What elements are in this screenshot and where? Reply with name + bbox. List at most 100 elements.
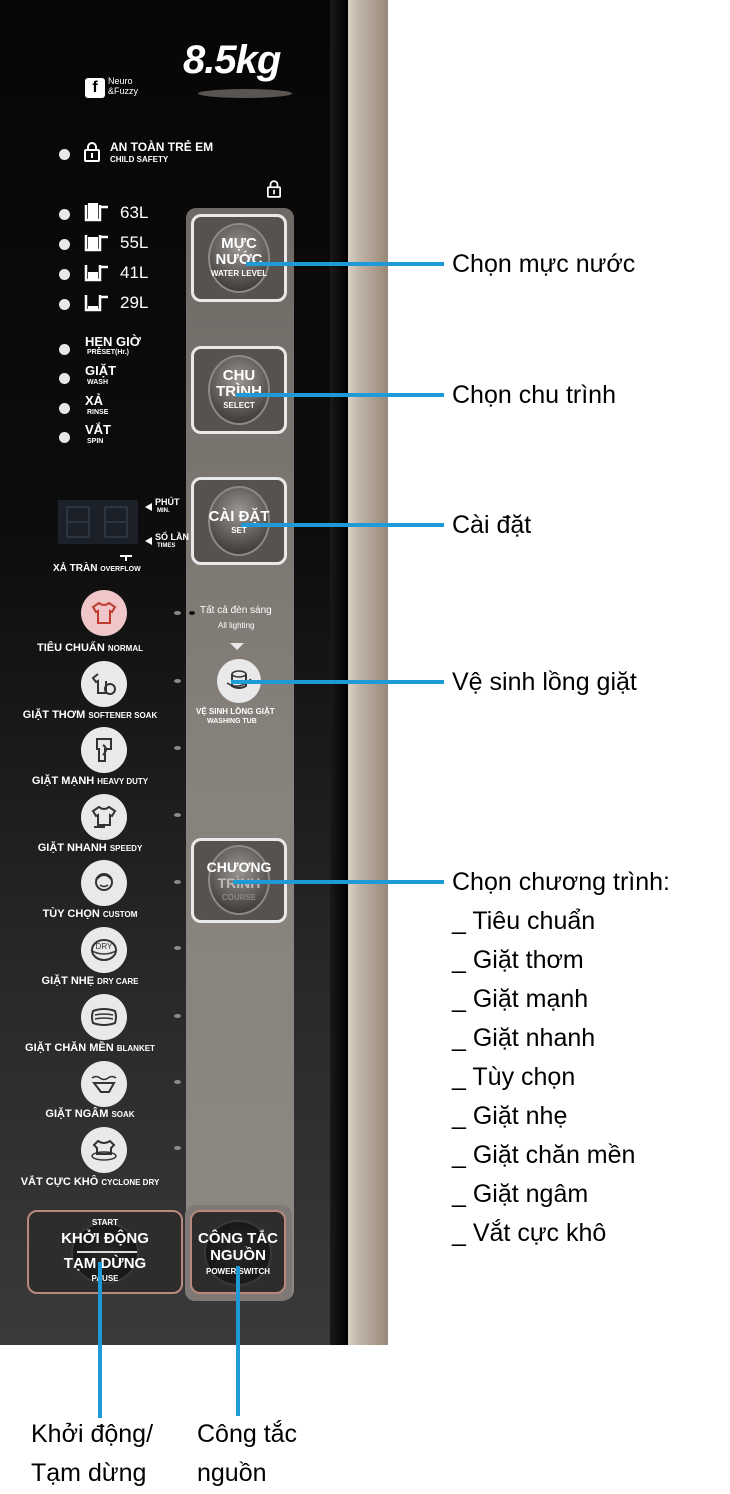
water-level-led	[59, 239, 70, 250]
scented-shirt-icon	[81, 661, 127, 707]
shirt-icon	[81, 590, 127, 636]
wash-led	[59, 373, 70, 384]
course-list-item: _ Tùy chọn	[452, 1063, 576, 1091]
tub-clean-label: VỆ SINH LỒNG GIẶT	[196, 707, 275, 716]
cyclone-icon	[81, 1127, 127, 1173]
select-label-2: TRÌNH	[216, 383, 262, 400]
minutes-label: PHÚT	[155, 497, 180, 507]
program-label: TÙY CHỌN CUSTOM	[42, 908, 138, 920]
wash-sublabel: WASH	[87, 379, 108, 386]
program-led	[174, 611, 181, 615]
program-led	[174, 1014, 181, 1018]
program-label: GIẶT MẠNH HEAVY DUTY	[31, 775, 149, 787]
child-safety-sublabel: CHILD SAFETY	[110, 155, 169, 164]
callout-start-2: Tạm dừng	[31, 1459, 147, 1487]
course-list-item: _ Giặt ngâm	[452, 1180, 589, 1208]
all-lighting-led	[189, 611, 195, 615]
start-label-en: START	[91, 1218, 119, 1227]
course-list-item: _ Giặt nhanh	[452, 1024, 596, 1052]
tub-full-icon	[84, 202, 110, 227]
callout-water-level: Chọn mực nước	[452, 250, 636, 278]
water-level-label: 29L	[120, 293, 149, 312]
blanket-icon	[81, 994, 127, 1040]
course-list-item: _ Vắt cực khô	[452, 1219, 607, 1247]
tub-high-icon	[84, 232, 110, 257]
wash-label: GIẶT	[85, 363, 117, 378]
arrow-left-icon	[145, 503, 152, 511]
metal-trim	[348, 0, 388, 1345]
start-pause-button[interactable]: START KHỞI ĐỘNG TẠM DỪNG PAUSE	[27, 1210, 183, 1294]
water-level-label: 63L	[120, 203, 149, 222]
times-sublabel: TIMES	[157, 543, 176, 549]
program-label: TIÊU CHUẨN NORMAL	[36, 642, 143, 654]
triangle-down-icon	[230, 643, 244, 650]
rinse-label: XẢ	[85, 393, 104, 408]
program-led	[174, 1080, 181, 1084]
rinse-sublabel: RINSE	[87, 409, 109, 416]
select-label-1: CHU	[222, 367, 256, 384]
leader-line-set	[241, 523, 444, 527]
all-lighting-sublabel: All lighting	[218, 621, 255, 630]
badge-line2: &Fuzzy	[108, 86, 139, 96]
leader-line-power	[236, 1266, 240, 1416]
start-label: KHỞI ĐỘNG	[61, 1230, 149, 1247]
child-safety-led	[59, 149, 70, 160]
lock-icon	[84, 142, 100, 167]
water-level-label: 41L	[120, 263, 149, 282]
course-list-item: _ Giặt nhẹ	[452, 1102, 568, 1130]
leader-line-start	[98, 1262, 102, 1418]
program-led	[174, 746, 181, 750]
tub-mid-icon	[84, 262, 110, 287]
overflow-label-vi: XẢ TRÀN	[53, 563, 98, 574]
water-level-led	[59, 269, 70, 280]
jeans-icon	[81, 727, 127, 773]
pause-label: TẠM DỪNG	[63, 1255, 147, 1272]
overflow-marker-stem	[125, 555, 127, 561]
set-button[interactable]: CÀI ĐẶT SET	[191, 477, 287, 565]
callout-start-1: Khởi động/	[31, 1420, 154, 1448]
water-level-label-1: MỰC	[221, 235, 257, 252]
person-icon	[81, 860, 127, 906]
badge-line1: Neuro	[108, 76, 133, 86]
display-digit	[66, 506, 90, 538]
spin-label: VẮT	[85, 422, 111, 437]
quick-shirt-icon	[81, 794, 127, 840]
course-list-item: _ Giặt chăn mền	[452, 1141, 636, 1169]
program-led	[174, 946, 181, 950]
water-level-label-en: WATER LEVEL	[210, 269, 268, 278]
program-led	[174, 813, 181, 817]
tub-low-icon	[84, 292, 110, 317]
program-led	[174, 880, 181, 884]
leader-line-course	[233, 880, 444, 884]
course-list-item: _ Tiêu chuẩn	[452, 907, 596, 935]
all-lighting-label: Tất cả đèn sáng	[200, 605, 272, 616]
tub-clean-sublabel: WASHING TUB	[207, 718, 257, 725]
start-divider	[77, 1251, 137, 1253]
callout-power-2: nguồn	[197, 1459, 267, 1487]
program-led	[174, 1146, 181, 1150]
water-level-label: 55L	[120, 233, 149, 252]
pause-label-en: PAUSE	[91, 1274, 119, 1283]
spin-sublabel: SPIN	[87, 438, 104, 445]
dry-icon: DRY	[81, 927, 127, 973]
select-button[interactable]: CHU TRÌNH SELECT	[191, 346, 287, 434]
times-label: SỐ LẦN	[155, 532, 190, 542]
overflow-label: XẢ TRÀN OVERFLOW	[53, 563, 141, 574]
select-label-en: SELECT	[223, 401, 255, 410]
power-label-2: NGUỒN	[210, 1247, 266, 1264]
course-list-item: _ Giặt mạnh	[452, 985, 589, 1013]
callout-power-1: Công tắc	[197, 1420, 298, 1448]
water-level-button[interactable]: MỰC NƯỚC WATER LEVEL	[191, 214, 287, 302]
program-label: GIẶT NHẸ DRY CARE	[41, 975, 139, 987]
overflow-label-en: OVERFLOW	[100, 566, 141, 573]
power-label-1: CÔNG TẮC	[198, 1230, 278, 1247]
seven-segment-display	[58, 500, 138, 544]
course-label-en: COURSE	[221, 893, 257, 902]
program-label: GIẶT THƠM SOFTENER SOAK	[22, 709, 158, 721]
program-label: GIẶT NHANH SPEEDY	[37, 842, 143, 854]
preset-led	[59, 344, 70, 355]
leader-line-water-level	[246, 262, 444, 266]
callout-course-title: Chọn chương trình:	[452, 868, 670, 896]
leader-line-tub-clean	[231, 680, 444, 684]
callout-tub-clean: Vệ sinh lồng giặt	[452, 668, 637, 696]
